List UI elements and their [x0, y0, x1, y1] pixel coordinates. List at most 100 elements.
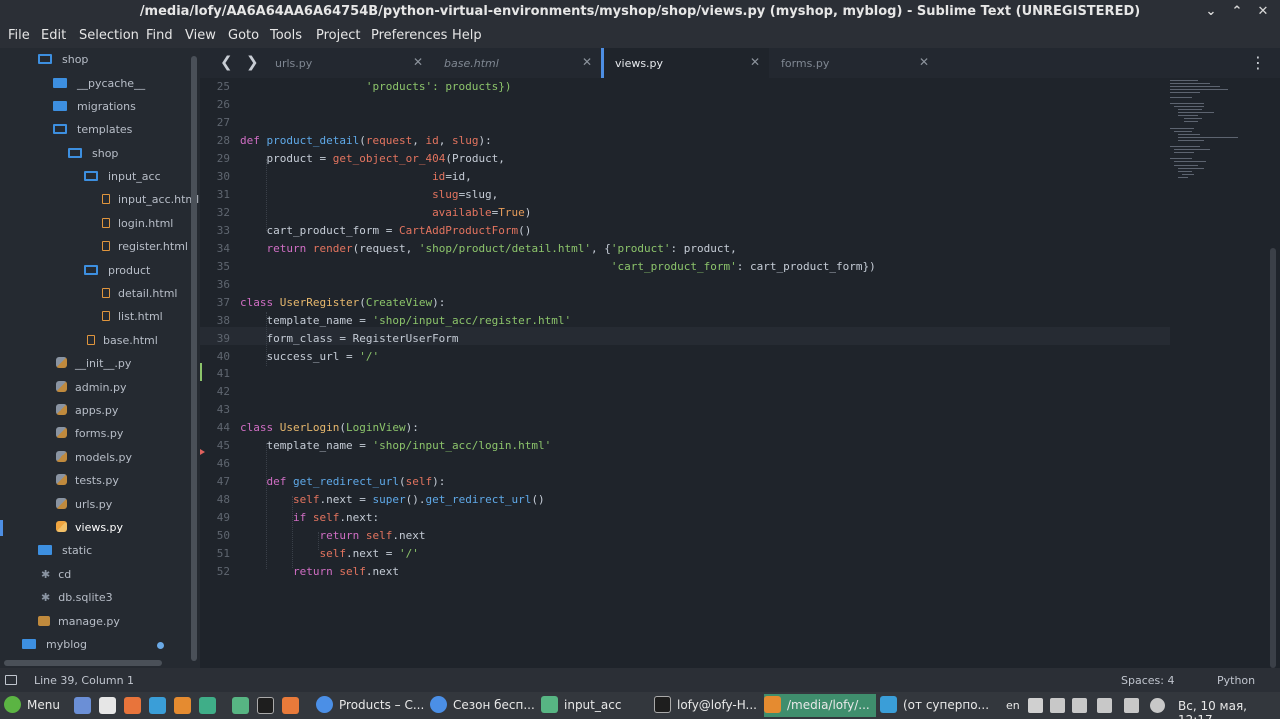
indentation-setting[interactable]: Spaces: 4: [1121, 674, 1174, 687]
line-number: 37: [216, 296, 230, 309]
sidebar-item-cd[interactable]: ✱ cd: [41, 563, 71, 586]
files-icon[interactable]: [99, 697, 116, 714]
menu-file[interactable]: File: [8, 28, 30, 43]
line-number: 27: [216, 116, 230, 129]
show-desktop-icon[interactable]: [74, 697, 91, 714]
taskbar-window-input-acc[interactable]: input_acc: [541, 694, 649, 717]
asterisk-file-icon: ✱: [41, 591, 51, 604]
printer-icon[interactable]: [1028, 698, 1043, 713]
telegram-icon[interactable]: [149, 697, 166, 714]
menu-tools[interactable]: Tools: [270, 28, 302, 43]
sidebar-item-views-py[interactable]: views.py: [56, 516, 123, 539]
sidebar-item-urls-py[interactable]: urls.py: [56, 493, 112, 516]
taskbar-window-products[interactable]: Products – C...: [316, 694, 424, 717]
tab-base-html[interactable]: base.html ✕: [433, 48, 601, 78]
syntax-setting[interactable]: Python: [1217, 674, 1255, 687]
battery-icon[interactable]: [1097, 698, 1112, 713]
sidebar-item-forms-py[interactable]: forms.py: [56, 422, 123, 445]
volume-icon[interactable]: [1072, 698, 1087, 713]
line-number: 50: [216, 529, 230, 542]
sidebar-item-input-acc[interactable]: input_acc: [84, 165, 161, 188]
sidebar-item-models-py[interactable]: models.py: [56, 446, 132, 469]
sublime-text-icon[interactable]: [174, 697, 191, 714]
wifi-icon[interactable]: [1050, 698, 1065, 713]
sidebar-item-login-html[interactable]: login.html: [102, 212, 173, 235]
taskbar-window-season[interactable]: Сезон бесп...: [430, 694, 538, 717]
line-number: 34: [216, 242, 230, 255]
menu-help[interactable]: Help: [452, 28, 482, 43]
taskbar-window-terminal[interactable]: lofy@lofy-H...: [654, 694, 762, 717]
sidebar-item-register-html[interactable]: register.html: [102, 235, 188, 258]
sidebar-item-templates-shop[interactable]: shop: [68, 142, 118, 165]
folder-launcher-icon[interactable]: [199, 697, 216, 714]
tab-forms-py[interactable]: forms.py ✕: [770, 48, 938, 78]
sidebar-item-apps-py[interactable]: apps.py: [56, 399, 118, 422]
start-menu-button[interactable]: Menu: [4, 694, 68, 717]
taskbar-window-sublime[interactable]: /media/lofy/...: [764, 694, 876, 717]
taskbar-window-telegram[interactable]: (от суперпо...: [880, 694, 988, 717]
sidebar-item-base-html[interactable]: base.html: [87, 329, 158, 352]
python-file-icon: [56, 451, 67, 462]
menu-edit[interactable]: Edit: [41, 28, 66, 43]
code-editor[interactable]: 25 26 27 28 29 30 31 32 33 34 35 36 37 38 39 40 41 42 43 44…: [200, 78, 1280, 668]
sidebar-item-templates[interactable]: templates: [53, 118, 132, 141]
menu-goto[interactable]: Goto: [228, 28, 259, 43]
minimize-button[interactable]: ⌄: [1202, 3, 1220, 21]
clock[interactable]: Вс, 10 мая, 12:17: [1178, 699, 1280, 719]
close-icon[interactable]: ✕: [919, 55, 929, 69]
minimap[interactable]: [1170, 78, 1270, 188]
line-number: 30: [216, 170, 230, 183]
sidebar-item-db-sqlite3[interactable]: ✱ db.sqlite3: [41, 586, 113, 609]
line-number: 44: [216, 421, 230, 434]
sidebar-item-list-html[interactable]: list.html: [102, 305, 163, 328]
update-shield-icon[interactable]: [1150, 698, 1165, 713]
sidebar-item-detail-html[interactable]: detail.html: [102, 282, 177, 305]
back-arrow-icon[interactable]: ❮: [220, 53, 233, 71]
sidebar: shop __pycache__ migrations templates sh…: [0, 48, 200, 668]
sidebar-item-pycache[interactable]: __pycache__: [53, 72, 145, 95]
line-number: 33: [216, 224, 230, 237]
maximize-button[interactable]: ⌃: [1228, 3, 1246, 21]
firefox-launcher-icon[interactable]: [282, 697, 299, 714]
menu-bar: File Edit Selection Find View Goto Tools…: [0, 24, 1280, 48]
sidebar-item-input-acc-html[interactable]: input_acc.html: [102, 188, 199, 211]
line-number: 52: [216, 565, 230, 578]
tab-urls-py[interactable]: urls.py ✕: [264, 48, 432, 78]
sidebar-item-admin-py[interactable]: admin.py: [56, 376, 126, 399]
close-icon[interactable]: ✕: [750, 55, 760, 69]
line-number: 47: [216, 475, 230, 488]
sidebar-horizontal-scrollbar[interactable]: [4, 660, 162, 666]
folder-icon: [53, 101, 67, 111]
tab-views-py[interactable]: views.py ✕: [601, 48, 769, 78]
close-icon[interactable]: ✕: [413, 55, 423, 69]
menu-preferences[interactable]: Preferences: [371, 28, 447, 43]
menu-selection[interactable]: Selection: [79, 28, 139, 43]
panel-toggle-icon[interactable]: [5, 675, 17, 685]
terminal-icon[interactable]: [257, 697, 274, 714]
menu-view[interactable]: View: [185, 28, 216, 43]
menu-find[interactable]: Find: [146, 28, 173, 43]
sidebar-item-myblog[interactable]: myblog: [22, 633, 87, 656]
home-folder-icon[interactable]: [232, 697, 249, 714]
sidebar-item-product[interactable]: product: [84, 259, 150, 282]
sidebar-item-init-py[interactable]: __init__.py: [56, 352, 131, 375]
close-button[interactable]: ✕: [1254, 3, 1272, 21]
sidebar-item-shop[interactable]: shop: [38, 48, 88, 71]
sidebar-item-manage-py[interactable]: manage.py: [38, 610, 120, 633]
close-icon[interactable]: ✕: [582, 55, 592, 69]
taskbar: Menu Products – C... Сезон бесп... input…: [0, 692, 1280, 719]
more-options-icon[interactable]: ⋮: [1250, 53, 1266, 72]
forward-arrow-icon[interactable]: ❯: [246, 53, 259, 71]
line-number: 38: [216, 314, 230, 327]
sidebar-item-tests-py[interactable]: tests.py: [56, 469, 119, 492]
menu-project[interactable]: Project: [316, 28, 360, 43]
code-line-32: available=True): [432, 206, 532, 219]
keyboard-layout[interactable]: en: [1006, 699, 1020, 712]
sidebar-item-migrations[interactable]: migrations: [53, 95, 136, 118]
sidebar-item-static[interactable]: static: [38, 539, 92, 562]
bluetooth-icon[interactable]: [1124, 698, 1139, 713]
sidebar-vertical-scrollbar[interactable]: [191, 56, 197, 661]
folder-open-icon: [84, 171, 98, 181]
editor-vertical-scrollbar[interactable]: [1270, 248, 1276, 668]
firefox-icon[interactable]: [124, 697, 141, 714]
